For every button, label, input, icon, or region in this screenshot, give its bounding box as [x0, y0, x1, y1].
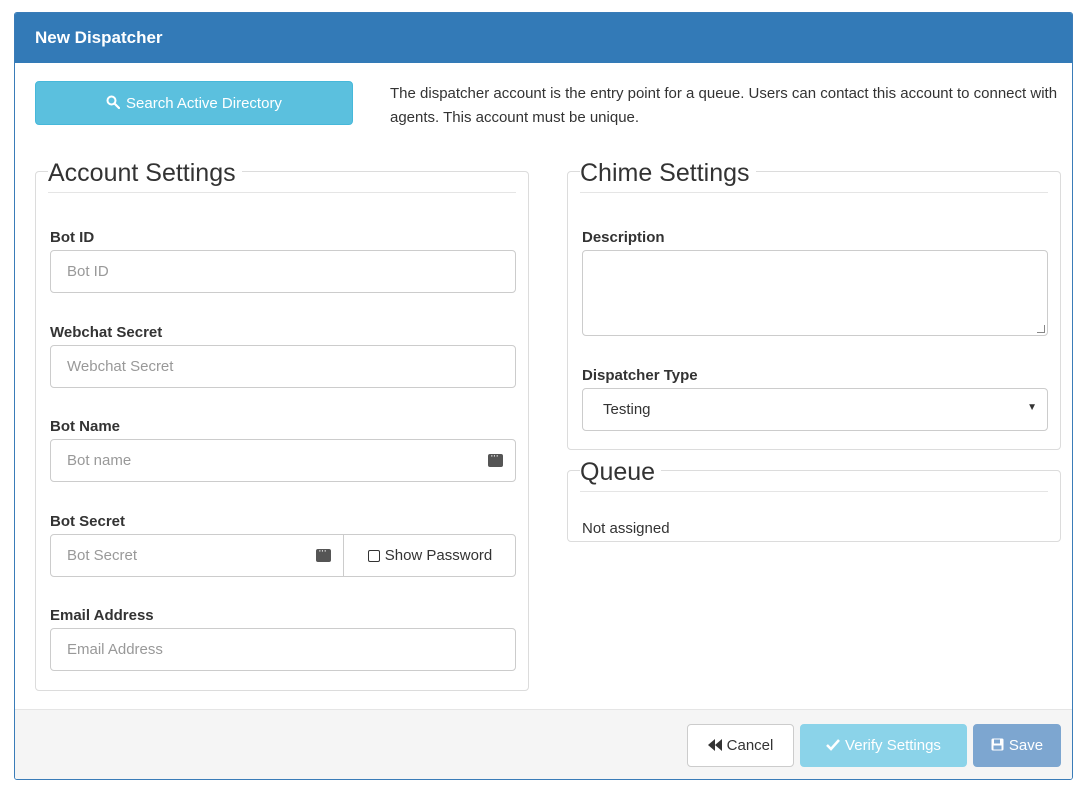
email-address-placeholder: Email Address	[67, 641, 163, 658]
cancel-button[interactable]: Cancel	[687, 724, 794, 767]
search-active-directory-label: Search Active Directory	[126, 94, 282, 112]
bot-name-placeholder: Bot name	[67, 452, 132, 469]
bot-name-label: Bot Name	[50, 418, 121, 435]
legend-divider	[580, 491, 1048, 492]
chevron-down-icon: ▼	[1027, 402, 1037, 413]
account-settings-legend: Account Settings	[48, 158, 242, 188]
check-icon	[826, 738, 840, 754]
bot-id-input[interactable]: Bot ID	[50, 250, 516, 293]
queue-legend: Queue	[580, 457, 662, 487]
bot-secret-input[interactable]: Bot Secret	[51, 535, 343, 576]
search-icon	[106, 95, 121, 112]
intro-text: The dispatcher account is the entry poin…	[390, 85, 1058, 126]
chime-settings-fieldset: Chime Settings Description Dispatcher Ty…	[567, 158, 1061, 450]
legend-divider	[48, 192, 516, 193]
queue-fieldset: Queue Not assigned	[567, 457, 1061, 542]
webchat-secret-input[interactable]: Webchat Secret	[50, 345, 516, 388]
bot-id-label: Bot ID	[50, 229, 95, 246]
verify-settings-button[interactable]: Verify Settings	[800, 724, 967, 767]
save-label: Save	[1008, 737, 1044, 754]
description-label: Description	[582, 229, 665, 246]
verify-settings-label: Verify Settings	[845, 737, 941, 754]
dispatcher-type-select[interactable]: Testing ▼	[582, 388, 1048, 431]
chime-settings-legend: Chime Settings	[580, 158, 756, 188]
bot-secret-group: Bot Secret Show Password	[50, 534, 516, 577]
search-active-directory-button[interactable]: Search Active Directory	[35, 81, 353, 125]
description-textarea[interactable]	[582, 250, 1048, 336]
password-manager-icon[interactable]	[316, 545, 331, 562]
email-address-input[interactable]: Email Address	[50, 628, 516, 671]
floppy-disk-icon	[991, 738, 1004, 754]
email-address-label: Email Address	[50, 607, 154, 624]
webchat-secret-placeholder: Webchat Secret	[67, 358, 174, 375]
dispatcher-type-value: Testing	[603, 401, 651, 418]
account-settings-fieldset: Account Settings Bot ID Bot ID Webchat S…	[35, 158, 529, 691]
dialog-footer: Cancel Verify Settings Save	[15, 709, 1072, 779]
backward-icon	[707, 738, 722, 754]
bot-name-input[interactable]: Bot name	[50, 439, 516, 482]
webchat-secret-label: Webchat Secret	[50, 324, 163, 341]
bot-secret-placeholder: Bot Secret	[67, 547, 138, 564]
show-password-toggle[interactable]: Show Password	[343, 535, 516, 576]
queue-status: Not assigned	[582, 520, 670, 537]
resize-grip-icon[interactable]	[1037, 325, 1045, 333]
bot-id-placeholder: Bot ID	[67, 263, 109, 280]
dispatcher-type-label: Dispatcher Type	[582, 367, 698, 384]
dialog-body: Search Active Directory The dispatcher a…	[15, 63, 1072, 709]
bot-secret-label: Bot Secret	[50, 513, 126, 530]
dialog-title: New Dispatcher	[15, 13, 1072, 63]
save-button[interactable]: Save	[973, 724, 1061, 767]
show-password-label: Show Password	[384, 547, 493, 564]
cancel-label: Cancel	[726, 737, 774, 754]
password-manager-icon[interactable]	[488, 450, 503, 467]
show-password-checkbox[interactable]	[367, 549, 380, 562]
new-dispatcher-dialog: New Dispatcher Search Active Directory T…	[14, 12, 1073, 780]
legend-divider	[580, 192, 1048, 193]
